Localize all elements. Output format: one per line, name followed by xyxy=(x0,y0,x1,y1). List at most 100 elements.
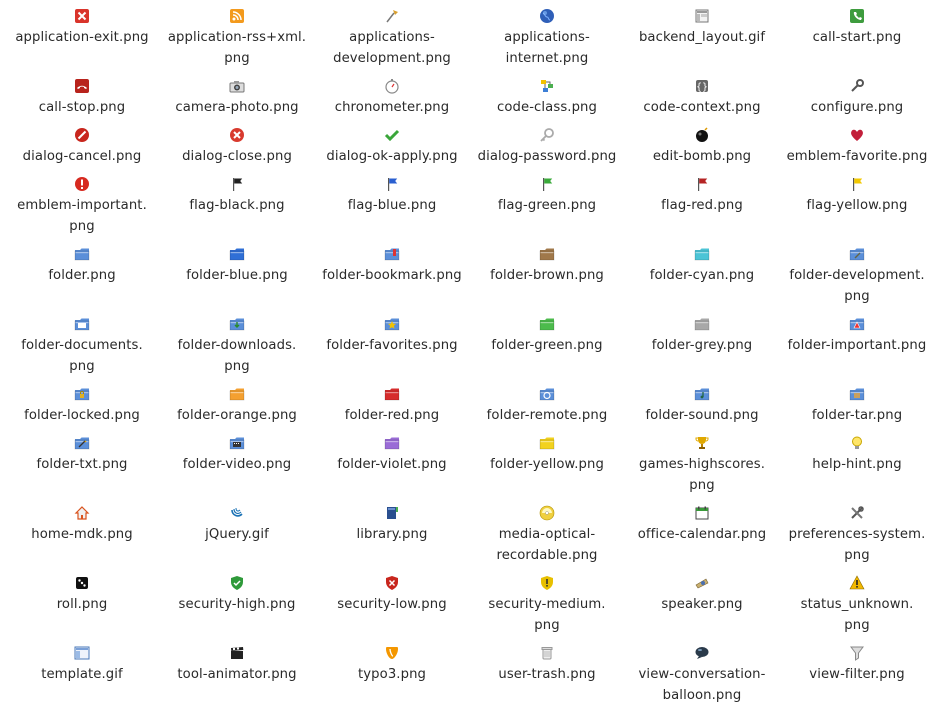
icon-item-folder-blue[interactable]: folder-blue.png xyxy=(160,246,315,286)
icon-item-security-low[interactable]: security-low.png xyxy=(315,575,470,615)
folder-video-icon xyxy=(229,435,245,451)
folder-documents-icon xyxy=(74,316,90,332)
icon-label: dialog-cancel.png xyxy=(22,149,142,164)
icon-item-office-calendar[interactable]: office-calendar.png xyxy=(625,505,780,545)
icon-item-flag-yellow[interactable]: flag-yellow.png xyxy=(780,176,935,216)
icon-item-code-context[interactable]: {} code-context.png xyxy=(625,78,780,118)
icon-item-edit-bomb[interactable]: edit-bomb.png xyxy=(625,127,780,167)
icon-item-folder[interactable]: folder.png xyxy=(5,246,160,286)
icon-item-emblem-favorite[interactable]: emblem-favorite.png xyxy=(780,127,935,167)
icon-item-flag-red[interactable]: flag-red.png xyxy=(625,176,780,216)
icon-label: jQuery.gif xyxy=(205,527,269,542)
applications-internet-icon xyxy=(539,8,555,24)
icon-item-folder-sound[interactable]: folder-sound.png xyxy=(625,386,780,426)
icon-item-status-unknown[interactable]: status_unknown. png xyxy=(780,575,935,636)
icon-label: folder-favorites.png xyxy=(326,338,458,353)
roll-icon xyxy=(74,575,90,591)
dialog-ok-apply-icon xyxy=(384,127,400,143)
icon-item-folder-bookmark[interactable]: folder-bookmark.png xyxy=(315,246,470,286)
icon-item-folder-video[interactable]: folder-video.png xyxy=(160,435,315,475)
icon-item-dialog-ok-apply[interactable]: dialog-ok-apply.png xyxy=(315,127,470,167)
icon-item-folder-yellow[interactable]: folder-yellow.png xyxy=(470,435,625,475)
icon-item-jquery[interactable]: jQuery.gif xyxy=(160,505,315,545)
icon-item-applications-development[interactable]: applications-development.png xyxy=(315,8,470,69)
icon-item-applications-internet[interactable]: applications-internet.png xyxy=(470,8,625,69)
icon-label: folder-bookmark.png xyxy=(322,268,462,283)
icon-item-folder-downloads[interactable]: folder-downloads. png xyxy=(160,316,315,377)
icon-item-flag-blue[interactable]: flag-blue.png xyxy=(315,176,470,216)
icon-label: emblem-important. png xyxy=(17,198,147,234)
icon-item-folder-locked[interactable]: folder-locked.png xyxy=(5,386,160,426)
icon-item-folder-orange[interactable]: folder-orange.png xyxy=(160,386,315,426)
icon-label: flag-yellow.png xyxy=(806,198,908,213)
icon-item-folder-cyan[interactable]: folder-cyan.png xyxy=(625,246,780,286)
icon-item-code-class[interactable]: code-class.png xyxy=(470,78,625,118)
icon-item-folder-brown[interactable]: folder-brown.png xyxy=(470,246,625,286)
icon-item-games-highscores[interactable]: games-highscores. png xyxy=(625,435,780,496)
icon-item-chronometer[interactable]: chronometer.png xyxy=(315,78,470,118)
icon-item-folder-favorites[interactable]: folder-favorites.png xyxy=(315,316,470,356)
icon-item-folder-txt[interactable]: folder-txt.png xyxy=(5,435,160,475)
icon-label: edit-bomb.png xyxy=(652,149,752,164)
icon-item-media-optical-recordable[interactable]: media-optical-recordable.png xyxy=(470,505,625,566)
folder-grey-icon xyxy=(694,316,710,332)
icon-item-security-high[interactable]: security-high.png xyxy=(160,575,315,615)
icon-item-help-hint[interactable]: help-hint.png xyxy=(780,435,935,475)
icon-item-library[interactable]: library.png xyxy=(315,505,470,545)
icon-item-dialog-password[interactable]: dialog-password.png xyxy=(470,127,625,167)
icon-item-flag-green[interactable]: flag-green.png xyxy=(470,176,625,216)
folder-important-icon xyxy=(849,316,865,332)
icon-label: flag-red.png xyxy=(661,198,743,213)
icon-item-view-filter[interactable]: view-filter.png xyxy=(780,645,935,685)
icon-label: view-conversation-balloon.png xyxy=(638,667,766,703)
icon-item-application-rss-xml[interactable]: application-rss+xml. png xyxy=(160,8,315,69)
icon-item-speaker[interactable]: speaker.png xyxy=(625,575,780,615)
icon-item-configure[interactable]: configure.png xyxy=(780,78,935,118)
icon-item-tool-animator[interactable]: tool-animator.png xyxy=(160,645,315,685)
icon-label: folder-sound.png xyxy=(645,408,759,423)
icon-item-flag-black[interactable]: flag-black.png xyxy=(160,176,315,216)
icon-item-folder-grey[interactable]: folder-grey.png xyxy=(625,316,780,356)
icon-label: folder-downloads. png xyxy=(177,338,297,374)
icon-item-view-conversation-balloon[interactable]: view-conversation-balloon.png xyxy=(625,645,780,706)
icon-item-user-trash[interactable]: user-trash.png xyxy=(470,645,625,685)
icon-item-folder-violet[interactable]: folder-violet.png xyxy=(315,435,470,475)
icon-item-camera-photo[interactable]: camera-photo.png xyxy=(160,78,315,118)
icon-label: security-high.png xyxy=(178,597,296,612)
icon-item-dialog-close[interactable]: dialog-close.png xyxy=(160,127,315,167)
application-exit-icon xyxy=(74,8,90,24)
emblem-favorite-icon xyxy=(849,127,865,143)
icon-item-application-exit[interactable]: application-exit.png xyxy=(5,8,160,48)
icon-item-dialog-cancel[interactable]: dialog-cancel.png xyxy=(5,127,160,167)
icon-item-folder-green[interactable]: folder-green.png xyxy=(470,316,625,356)
icon-item-preferences-system[interactable]: preferences-system. png xyxy=(780,505,935,566)
dialog-close-icon xyxy=(229,127,245,143)
icon-label: template.gif xyxy=(41,667,123,682)
folder-txt-icon xyxy=(74,435,90,451)
icon-item-folder-development[interactable]: folder-development. png xyxy=(780,246,935,307)
icon-item-folder-remote[interactable]: folder-remote.png xyxy=(470,386,625,426)
icon-item-emblem-important[interactable]: emblem-important. png xyxy=(5,176,160,237)
folder-downloads-icon xyxy=(229,316,245,332)
icon-label: configure.png xyxy=(810,100,904,115)
icon-label: typo3.png xyxy=(358,667,426,682)
icon-label: media-optical-recordable.png xyxy=(496,527,598,563)
folder-locked-icon xyxy=(74,386,90,402)
icon-item-backend-layout[interactable]: backend_layout.gif xyxy=(625,8,780,48)
icon-item-call-stop[interactable]: call-stop.png xyxy=(5,78,160,118)
icon-item-home-mdk[interactable]: home-mdk.png xyxy=(5,505,160,545)
icon-label: folder-locked.png xyxy=(24,408,140,423)
call-stop-icon xyxy=(74,78,90,94)
icon-item-folder-red[interactable]: folder-red.png xyxy=(315,386,470,426)
icon-item-template[interactable]: template.gif xyxy=(5,645,160,685)
icon-item-security-medium[interactable]: security-medium. png xyxy=(470,575,625,636)
icon-item-folder-tar[interactable]: folder-tar.png xyxy=(780,386,935,426)
icon-label: folder-documents. png xyxy=(21,338,143,374)
icon-item-typo3[interactable]: typo3.png xyxy=(315,645,470,685)
icon-item-folder-important[interactable]: folder-important.png xyxy=(780,316,935,356)
icon-item-folder-documents[interactable]: folder-documents. png xyxy=(5,316,160,377)
icon-item-call-start[interactable]: call-start.png xyxy=(780,8,935,48)
folder-favorites-icon xyxy=(384,316,400,332)
icon-label: flag-blue.png xyxy=(347,198,437,213)
icon-item-roll[interactable]: roll.png xyxy=(5,575,160,615)
